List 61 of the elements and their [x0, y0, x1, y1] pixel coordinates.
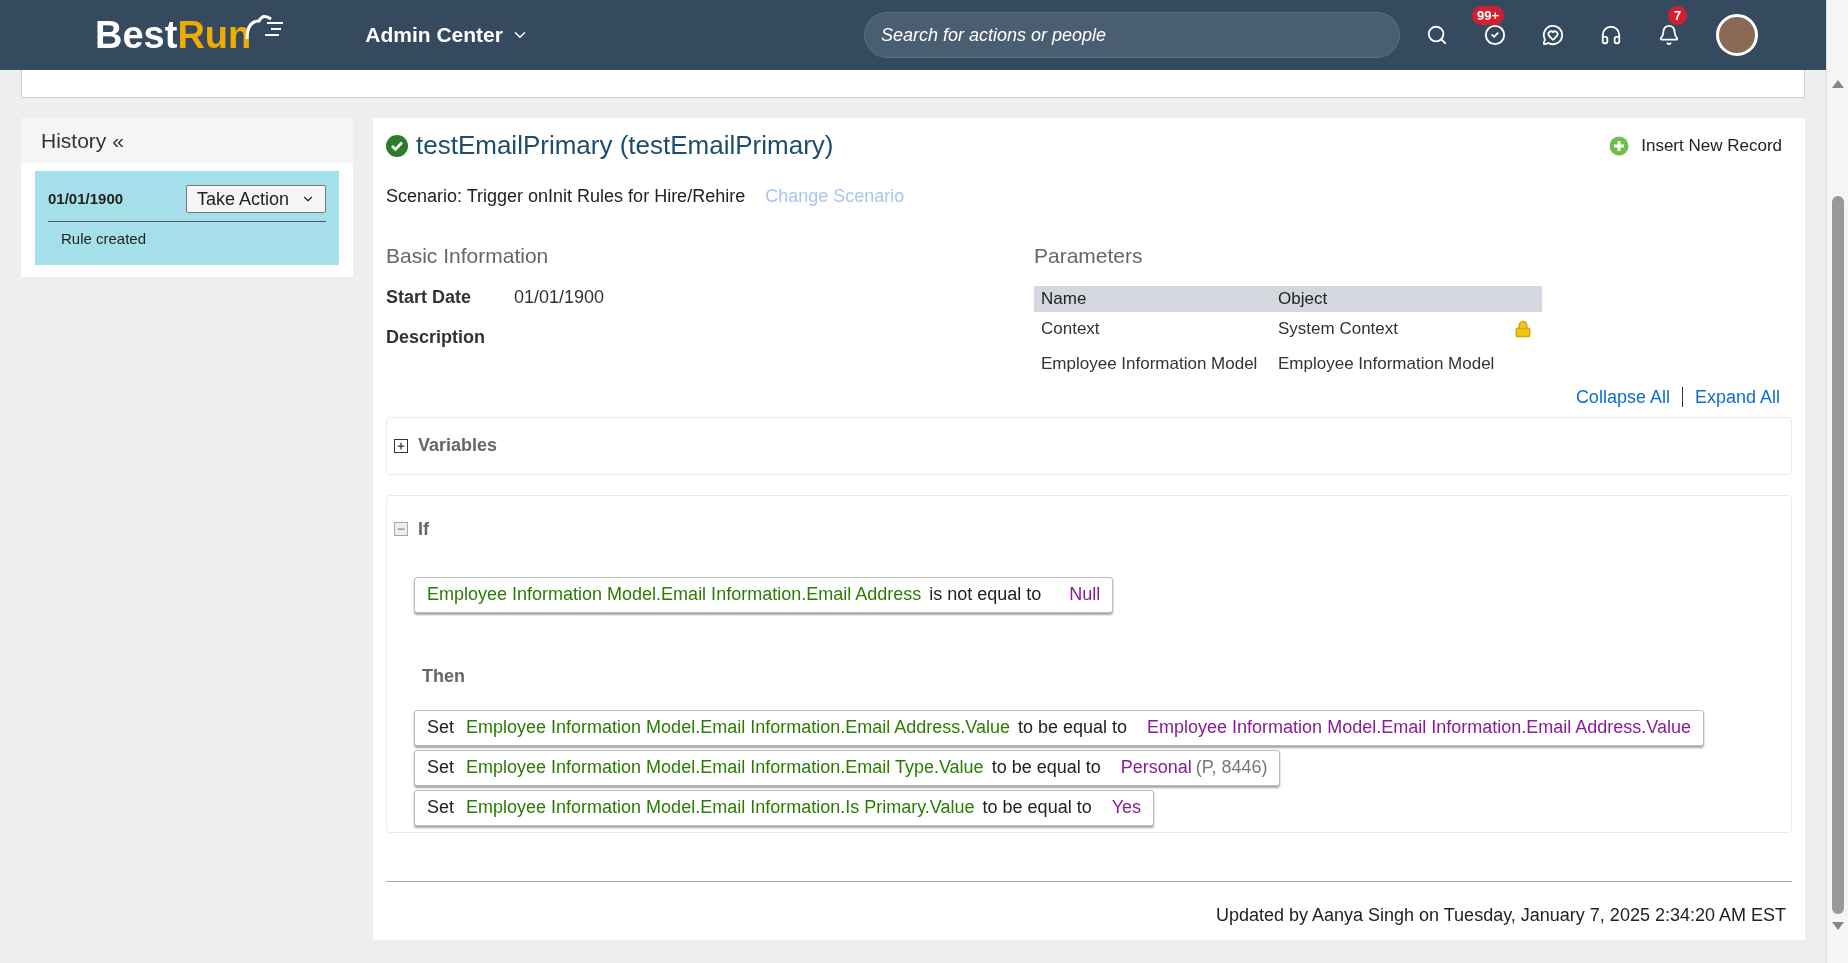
set-keyword: Set: [427, 756, 455, 779]
value-code: (P, 8446): [1195, 756, 1268, 779]
add-circle-icon: [1609, 135, 1630, 156]
table-cell-text: System Context: [1278, 318, 1399, 341]
scrollbar-thumb[interactable]: [1831, 196, 1844, 914]
action-expression[interactable]: Set Employee Information Model.Email Information.Email Address.Value to be equal to Employee Information Model.Email Information.Email Address.Value: [414, 709, 1704, 746]
action-expression[interactable]: Set Employee Information Model.Email Information.Email Type.Value to be equal to Personal (P, 8446): [414, 749, 1281, 786]
field-path: Employee Information Model.Email Information.Email Address.Value: [466, 716, 1010, 739]
scroll-down-icon[interactable]: [1831, 922, 1844, 930]
history-date: 01/01/1900: [48, 188, 124, 209]
update-info: Updated by Aanya Singh on Tuesday, January 7, 2025 2:34:20 AM EST: [1215, 903, 1786, 927]
value-text: Yes: [1111, 796, 1142, 819]
count-badge: 99+: [1471, 6, 1504, 25]
operator-text: is not equal to: [929, 583, 1042, 606]
expand-all-link[interactable]: Expand All: [1694, 383, 1780, 411]
operator-text: to be equal to: [1017, 716, 1128, 739]
search-icon[interactable]: [1425, 24, 1448, 46]
rule-title: testEmailPrimary (testEmailPrimary): [416, 129, 834, 162]
value-text: Personal: [1120, 756, 1192, 779]
field-path: Employee Information Model.Email Information.Is Primary.Value: [466, 796, 975, 819]
field-path: Employee Information Model.Email Information.Email Type.Value: [466, 756, 984, 779]
take-action-dropdown[interactable]: Take Action: [185, 185, 326, 213]
field-value: 01/01/1900: [514, 286, 605, 309]
table-cell-text: Context: [1041, 318, 1101, 341]
collapse-all-link[interactable]: Collapse All: [1575, 383, 1670, 411]
section-heading: Parameters: [1034, 243, 1144, 269]
action-expression[interactable]: Set Employee Information Model.Email Information.Is Primary.Value to be equal to Yes: [414, 789, 1155, 826]
field-path: Employee Information Model.Email Information.Email Address: [427, 583, 922, 606]
expand-icon[interactable]: [394, 438, 408, 453]
condition-expression[interactable]: Employee Information Model.Email Information.Email Address is not equal to Null: [414, 576, 1114, 613]
section-title[interactable]: Variables: [418, 432, 498, 459]
field-label: Start Date: [386, 286, 473, 309]
module-menu[interactable]: Admin Center: [365, 19, 529, 51]
history-title[interactable]: History «: [41, 124, 124, 157]
table-cell-text: Employee Information Model: [1041, 353, 1259, 376]
chat-icon[interactable]: [1541, 24, 1564, 46]
column-header: Name: [1041, 287, 1088, 310]
insert-record-button[interactable]: Insert New Record: [1609, 132, 1792, 159]
logo[interactable]: BestRun: [95, 16, 286, 54]
value-text: Null: [1069, 583, 1101, 606]
set-keyword: Set: [427, 796, 455, 819]
history-entry[interactable]: 01/01/1900 Take Action Rule created: [35, 171, 339, 265]
section-heading: Basic Information: [386, 243, 550, 269]
set-keyword: Set: [427, 716, 455, 739]
headset-icon[interactable]: [1599, 24, 1622, 46]
scenario-text: Scenario: Trigger onInit Rules for Hire/Rehire: [386, 185, 746, 208]
field-label: Description: [386, 326, 487, 349]
count-badge: 7: [1667, 6, 1688, 25]
table-cell-text: Employee Information Model: [1278, 353, 1496, 376]
then-label: Then: [421, 664, 466, 688]
scroll-up-icon[interactable]: [1831, 80, 1844, 88]
task-check-icon[interactable]: [1483, 24, 1506, 46]
avatar[interactable]: [1715, 14, 1758, 56]
value-text: Employee Information Model.Email Information.Email Address.Value: [1147, 716, 1691, 739]
search-field[interactable]: Search for actions or people: [863, 12, 1400, 58]
history-note: Rule created: [60, 229, 148, 249]
section-title[interactable]: If: [418, 515, 429, 543]
column-header: Object: [1278, 287, 1328, 310]
notifications-icon[interactable]: [1657, 24, 1680, 46]
operator-text: to be equal to: [982, 796, 1092, 819]
operator-text: to be equal to: [991, 756, 1101, 779]
